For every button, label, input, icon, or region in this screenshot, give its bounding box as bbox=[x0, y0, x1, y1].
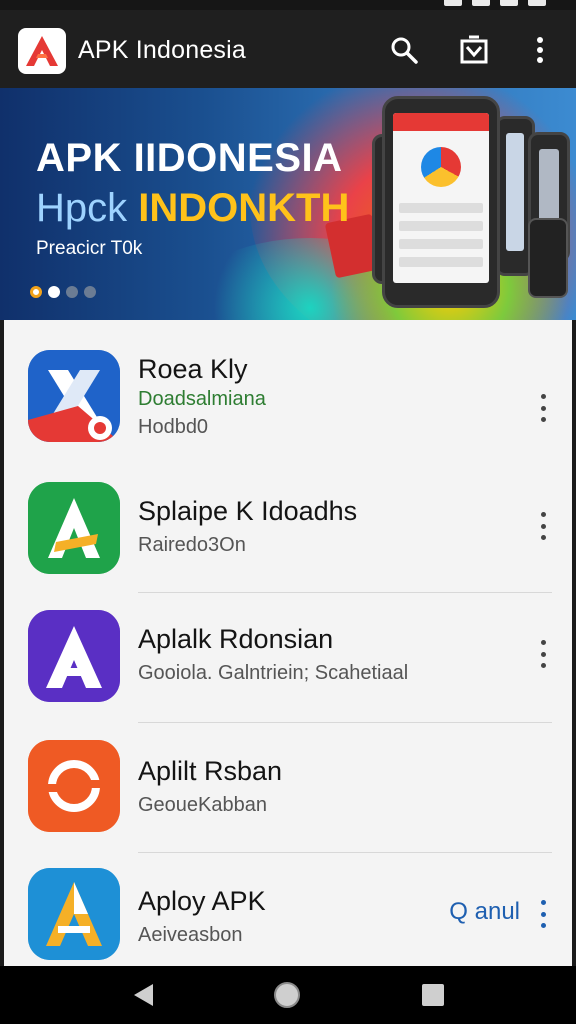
more-vertical-icon[interactable] bbox=[536, 512, 550, 540]
app-name: Aplilt Rsban bbox=[138, 756, 283, 786]
banner-subtitle: Hpck INDONKTH bbox=[36, 186, 349, 231]
app-title: APK Indonesia bbox=[78, 36, 246, 64]
more-vertical-icon[interactable] bbox=[522, 32, 558, 68]
carousel-dot[interactable] bbox=[30, 286, 42, 298]
phone-graphic bbox=[382, 96, 500, 308]
banner-tagline: Preacicr T0k bbox=[36, 238, 143, 259]
more-vertical-icon[interactable] bbox=[536, 640, 550, 668]
carousel-indicator[interactable] bbox=[30, 286, 96, 298]
feature-phone-graphic bbox=[528, 218, 568, 298]
navigation-bar bbox=[0, 966, 576, 1024]
notification-icon bbox=[472, 0, 490, 6]
install-button[interactable]: Q anul bbox=[449, 898, 520, 926]
list-divider bbox=[138, 852, 552, 853]
battery-icon bbox=[528, 0, 546, 6]
app-meta: Hodbd0 bbox=[138, 416, 209, 438]
app-name: Aplalk Rdonsian bbox=[138, 624, 334, 654]
list-item[interactable]: Roea Kly Doadsalmiana Hodbd0 bbox=[4, 340, 572, 468]
search-icon[interactable] bbox=[386, 32, 422, 68]
list-item[interactable]: Splaipe K Idoadhs Rairedo3On bbox=[4, 474, 572, 602]
a-purple-app-icon bbox=[28, 610, 120, 702]
app-list: Roea Kly Doadsalmiana Hodbd0 Splaipe K I… bbox=[4, 320, 572, 966]
wifi-icon bbox=[444, 0, 462, 6]
app-name: Splaipe K Idoadhs bbox=[138, 496, 358, 526]
more-vertical-icon[interactable] bbox=[536, 394, 550, 422]
list-item[interactable]: Aplilt Rsban GeoueKabban bbox=[4, 732, 572, 860]
refresh-app-icon bbox=[28, 740, 120, 832]
home-circle-icon[interactable] bbox=[272, 980, 302, 1010]
carousel-dot[interactable] bbox=[48, 286, 60, 298]
list-item[interactable]: Aplalk Rdonsian Gooiola. Galntriein; Sca… bbox=[4, 602, 572, 730]
x-app-icon bbox=[28, 350, 120, 442]
recents-square-icon[interactable] bbox=[418, 980, 448, 1010]
signal-icon bbox=[500, 0, 518, 6]
carousel-dot[interactable] bbox=[66, 286, 78, 298]
status-icons bbox=[444, 0, 546, 8]
app-name: Aploy APK bbox=[138, 886, 266, 916]
list-divider bbox=[138, 592, 552, 593]
app-developer: Doadsalmiana bbox=[138, 388, 266, 410]
carousel-dot[interactable] bbox=[84, 286, 96, 298]
status-bar bbox=[0, 0, 576, 10]
more-vertical-icon[interactable] bbox=[536, 900, 550, 928]
app-name: Roea Kly bbox=[138, 354, 248, 384]
banner-subtitle-part: INDONKTH bbox=[138, 186, 350, 230]
list-divider bbox=[138, 722, 552, 723]
a-blue-app-icon bbox=[28, 868, 120, 960]
store-bag-icon[interactable] bbox=[456, 32, 492, 68]
app-developer: GeoueKabban bbox=[138, 794, 268, 816]
app-bar: APK Indonesia bbox=[0, 10, 576, 90]
back-triangle-icon[interactable] bbox=[128, 980, 158, 1010]
app-developer: Gooiola. Galntriein; Scahetiaal bbox=[138, 662, 409, 684]
a-green-app-icon bbox=[28, 482, 120, 574]
app-developer: Rairedo3On bbox=[138, 534, 246, 556]
banner-subtitle-part: Hpck bbox=[36, 186, 128, 230]
banner-title: APK IIDONESIA bbox=[36, 136, 343, 180]
promo-banner[interactable]: APK IIDONESIA Hpck INDONKTH Preacicr T0k bbox=[0, 88, 576, 320]
apk-logo-icon bbox=[18, 28, 66, 74]
app-developer: Aeiveasbon bbox=[138, 924, 243, 946]
list-item[interactable]: Aploy APK Aeiveasbon Q anul bbox=[4, 862, 572, 966]
